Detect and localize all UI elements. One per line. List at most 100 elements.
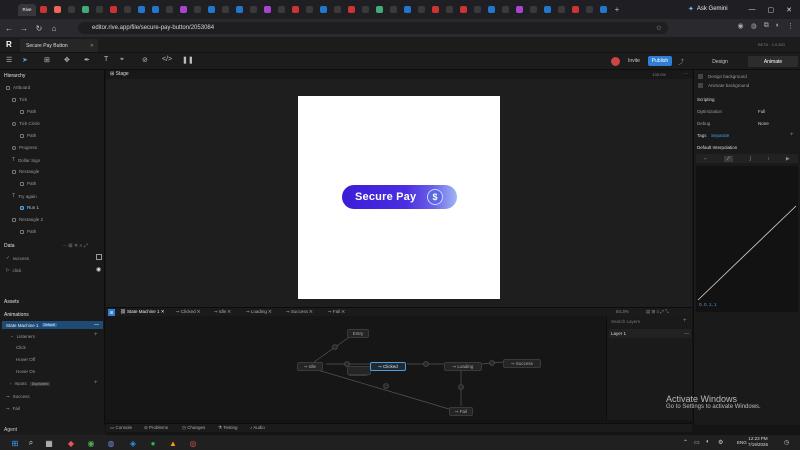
pause-icon[interactable]: ❚❚: [182, 56, 194, 64]
browser-tab[interactable]: [498, 4, 512, 16]
play-preview-icon[interactable]: ▶: [786, 156, 790, 162]
extension-icon[interactable]: ⧉: [764, 22, 769, 30]
minimize-icon[interactable]: —: [749, 6, 756, 13]
add-input-button[interactable]: +: [94, 380, 98, 386]
browser-tab[interactable]: [148, 4, 162, 16]
maximize-icon[interactable]: ▢: [768, 6, 775, 14]
transition-dot[interactable]: [383, 383, 389, 389]
state-node-success[interactable]: ⤳ Success: [503, 359, 541, 368]
timeline-item[interactable]: ⤳ Fail: [6, 406, 20, 411]
tray-icon[interactable]: ⚙: [718, 439, 723, 446]
state-node-fail[interactable]: ⤳ Fail: [449, 407, 473, 416]
publish-button[interactable]: Publish: [648, 56, 672, 66]
data-toolbar-icons[interactable]: ⋯ ⊞ ✕ ⌕ ⤢: [62, 243, 88, 249]
text-tool-icon[interactable]: T: [104, 56, 108, 63]
hierarchy-item[interactable]: Rectangle: [12, 169, 39, 174]
listener-item[interactable]: Hover On: [16, 369, 35, 374]
menu-kebab-icon[interactable]: ⋮: [787, 22, 794, 30]
ask-gemini-button[interactable]: ✦ Ask Gemini: [688, 3, 728, 15]
secure-pay-button[interactable]: Secure Pay $: [342, 185, 457, 209]
add-listener-button[interactable]: +: [94, 332, 98, 338]
app-icon[interactable]: ◈: [128, 438, 138, 448]
transition-dot[interactable]: [423, 361, 429, 367]
browser-tab[interactable]: [554, 4, 568, 16]
tab-changes[interactable]: ◷ Changes: [182, 425, 205, 431]
browser-tab[interactable]: [344, 4, 358, 16]
data-item[interactable]: ✓ success: [6, 255, 29, 261]
tab-fail[interactable]: ⤳ Fail ✕: [328, 309, 345, 314]
hierarchy-item[interactable]: Path: [20, 109, 36, 114]
transition-dot[interactable]: [458, 384, 464, 390]
inputs-group[interactable]: › Inputs Duplicated: [10, 381, 51, 386]
code-tool-icon[interactable]: </>: [162, 56, 172, 63]
tab-clicked[interactable]: ⤳ Clicked ✕: [176, 309, 200, 314]
cubic-interpolation-icon[interactable]: ∫: [750, 156, 751, 162]
browser-tab[interactable]: [582, 4, 596, 16]
transition-dot[interactable]: [489, 360, 495, 366]
search-layers-input[interactable]: Search Layers: [611, 319, 640, 324]
agent-bar[interactable]: Agent: [0, 425, 105, 435]
hierarchy-item[interactable]: Artboard: [6, 85, 30, 90]
vlc-icon[interactable]: ▲: [168, 438, 178, 448]
browser-tab[interactable]: [372, 4, 386, 16]
stage-options-icon[interactable]: ⋯: [683, 71, 688, 77]
artboard[interactable]: Secure Pay $: [298, 96, 500, 299]
browser-tab[interactable]: [414, 4, 428, 16]
browser-tab[interactable]: [218, 4, 232, 16]
design-background-swatch[interactable]: [698, 74, 703, 79]
tab-state-machine[interactable]: ⛓ State Machine 1 ✕: [120, 309, 165, 315]
state-node-entry[interactable]: Entry: [347, 329, 369, 338]
hierarchy-item[interactable]: T Try again: [12, 193, 37, 199]
extension-icon[interactable]: ◍: [751, 22, 757, 30]
browser-tab[interactable]: [120, 4, 134, 16]
file-tab[interactable]: Secure Pay Button ✕: [20, 39, 98, 52]
hierarchy-item[interactable]: Progress: [12, 145, 37, 150]
browser-tab[interactable]: [36, 4, 50, 16]
elastic-interpolation-icon[interactable]: ≀: [768, 156, 770, 162]
hierarchy-item[interactable]: Path: [20, 133, 36, 138]
browser-tab[interactable]: [162, 4, 176, 16]
state-machine-row[interactable]: State Machine 1 Default —: [2, 321, 103, 329]
animate-background-swatch[interactable]: [698, 83, 703, 88]
tab-audio[interactable]: ♪ Audio: [250, 425, 265, 430]
debug-select[interactable]: None: [758, 121, 769, 126]
close-tab-icon[interactable]: ✕: [90, 43, 94, 49]
tags-value[interactable]: Separate: [711, 133, 729, 138]
browser-tab[interactable]: [358, 4, 372, 16]
back-icon[interactable]: ←: [3, 24, 15, 33]
recorder-icon[interactable]: ◎: [188, 438, 198, 448]
browser-tab[interactable]: [526, 4, 540, 16]
tab-problems[interactable]: ⊘ Problems: [144, 425, 168, 431]
collapse-icon[interactable]: —: [94, 322, 99, 328]
add-tag-button[interactable]: +: [790, 132, 794, 138]
browser-tab[interactable]: [176, 4, 190, 16]
browser-tab-rive[interactable]: Rive: [18, 3, 36, 16]
language-indicator[interactable]: ENG: [737, 440, 747, 445]
collapse-icon[interactable]: —: [684, 331, 689, 337]
browser-tab[interactable]: [274, 4, 288, 16]
tray-chevron-icon[interactable]: ⌃: [683, 439, 688, 446]
home-icon[interactable]: ⌂: [48, 24, 60, 33]
hierarchy-item[interactable]: T Dollar Sign: [12, 157, 40, 163]
share-icon[interactable]: ⤴: [678, 57, 684, 66]
browser-tab[interactable]: [50, 4, 64, 16]
graph-view-icon[interactable]: ⊞: [108, 309, 115, 316]
forward-icon[interactable]: →: [18, 24, 30, 33]
listeners-group[interactable]: ⌄ Listeners: [10, 333, 35, 339]
browser-tab[interactable]: [260, 4, 274, 16]
browser-tab[interactable]: [64, 4, 78, 16]
tab-console[interactable]: ▭ Console: [110, 425, 132, 431]
transform-tool-icon[interactable]: ✥: [64, 56, 70, 64]
new-tab-button[interactable]: +: [610, 4, 624, 16]
optimization-select[interactable]: Full: [758, 109, 765, 114]
browser-tab[interactable]: [470, 4, 484, 16]
tab-testing[interactable]: ⚗ Testing: [218, 425, 237, 431]
chrome-icon[interactable]: ◉: [86, 438, 96, 448]
linear-interpolation-icon[interactable]: ⟋: [723, 155, 734, 162]
browser-tab[interactable]: [330, 4, 344, 16]
browser-tab[interactable]: [92, 4, 106, 16]
hierarchy-item[interactable]: Run 1: [20, 205, 39, 210]
browser-tab[interactable]: [456, 4, 470, 16]
timeline-item[interactable]: ⤳ Success: [6, 394, 30, 399]
data-item[interactable]: ▷ click: [6, 267, 21, 273]
